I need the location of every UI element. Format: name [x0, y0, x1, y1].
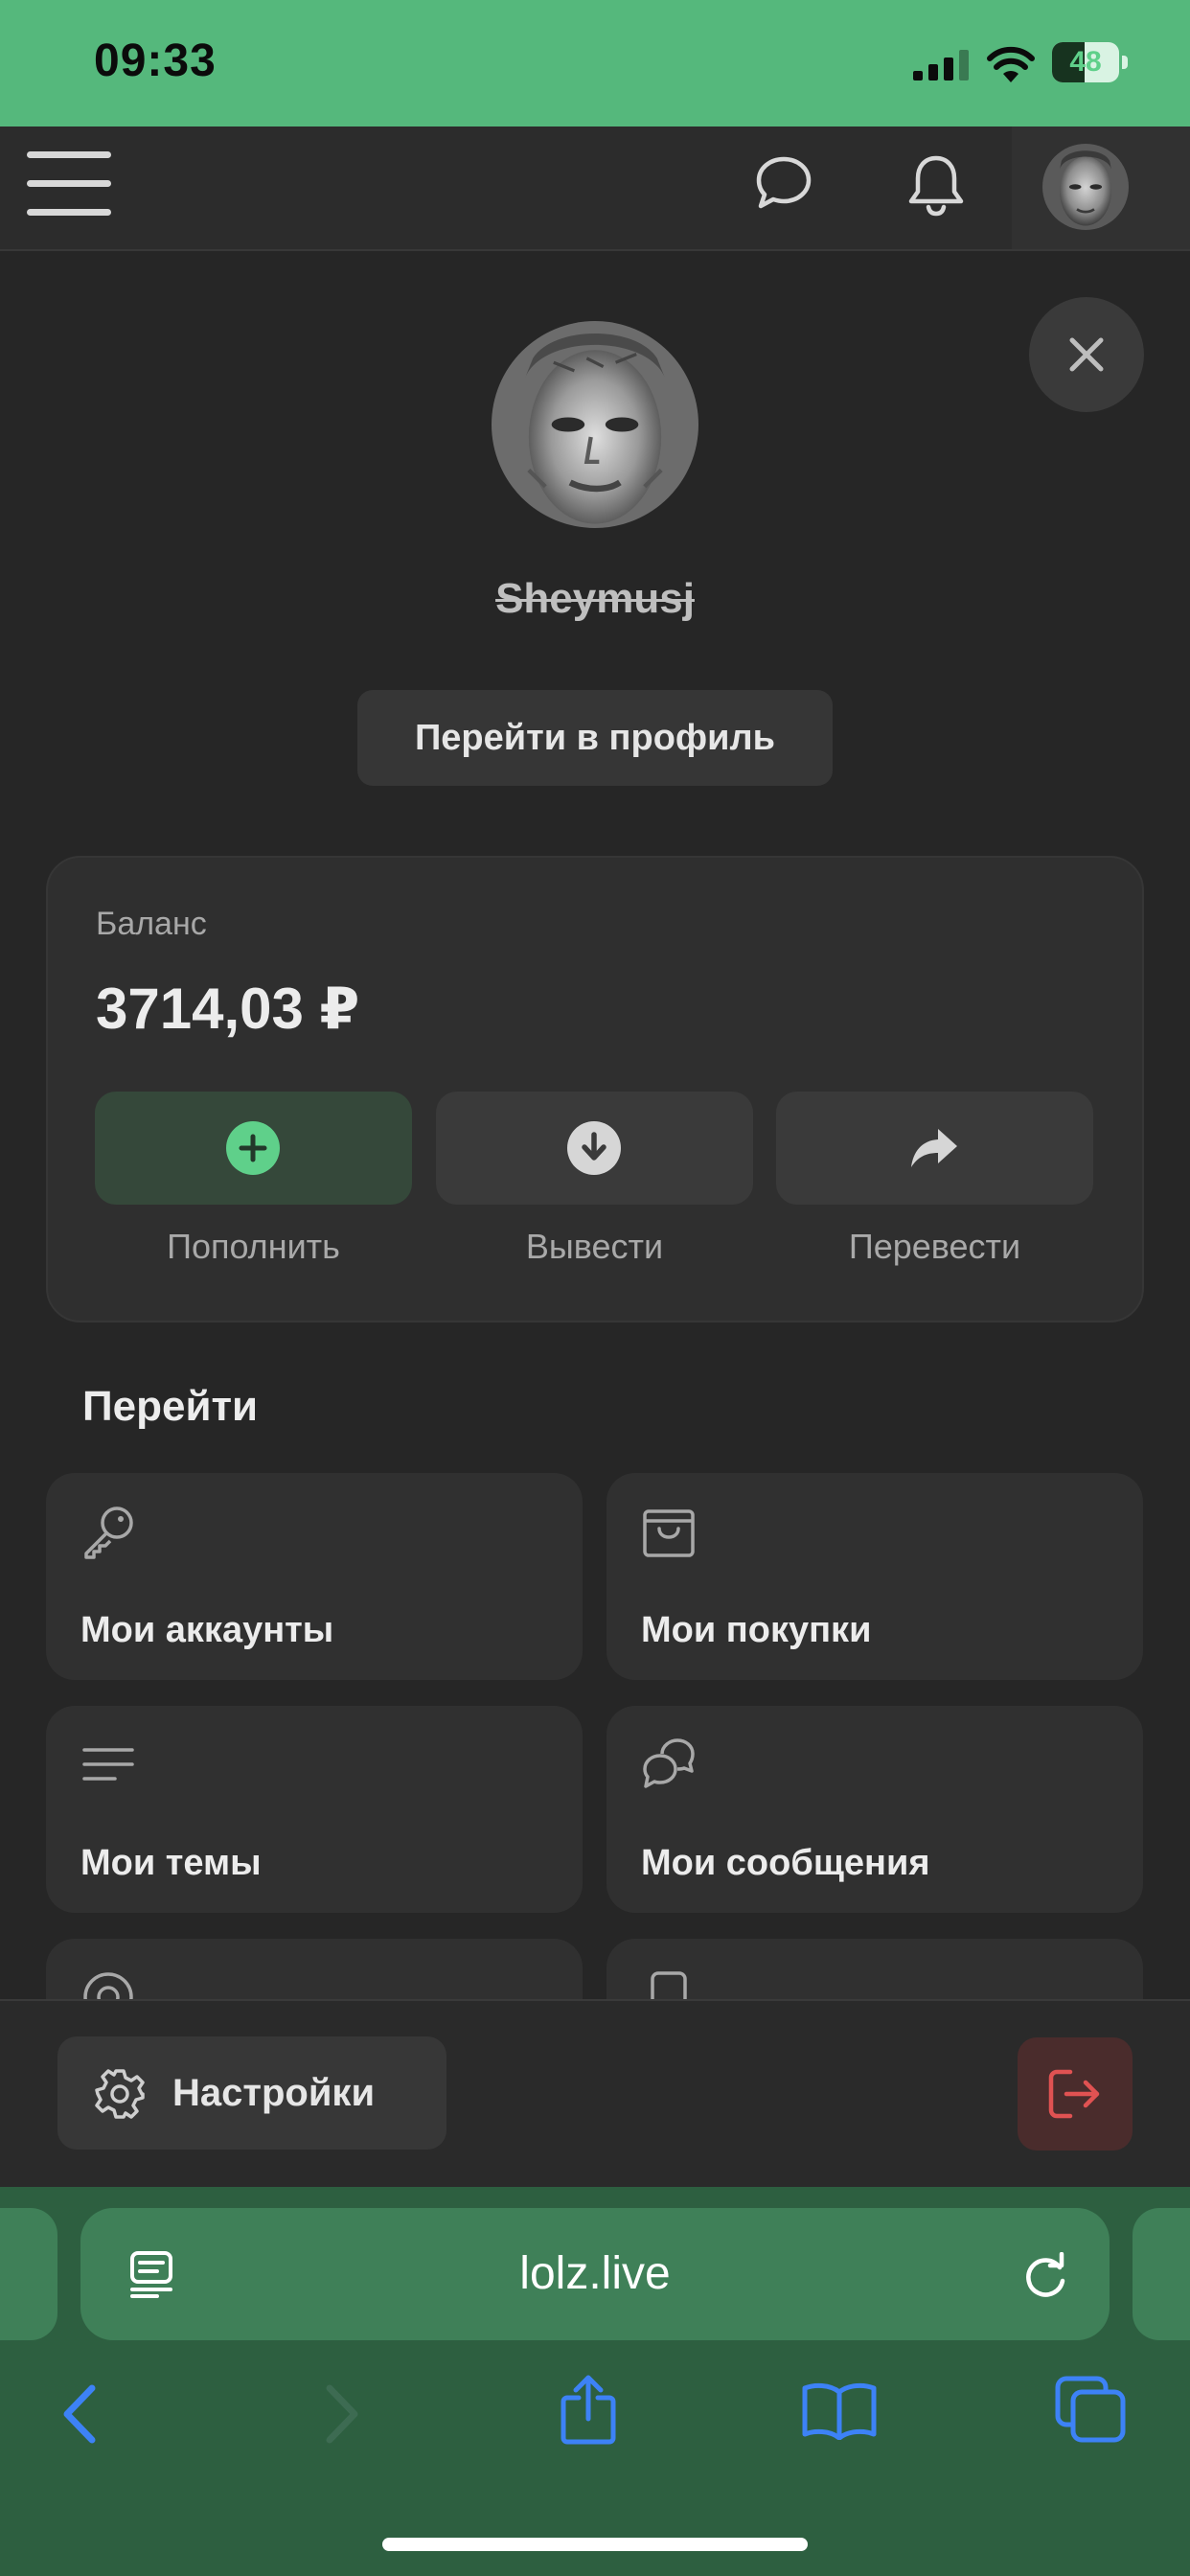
notification-bell-icon[interactable]: [906, 153, 966, 217]
avatar[interactable]: [1042, 144, 1129, 230]
my-topics-label: Мои темы: [80, 1843, 262, 1883]
battery-icon: 48: [1052, 42, 1129, 82]
withdraw-label: Вывести: [525, 1227, 664, 1266]
wifi-icon: [987, 44, 1035, 82]
share-icon[interactable]: [558, 2373, 619, 2446]
battery-percent: 48: [1069, 46, 1102, 78]
top-up-button[interactable]: [95, 1092, 412, 1205]
gear-icon: [95, 2069, 145, 2119]
my-messages-tile[interactable]: Мои сообщения: [606, 1706, 1143, 1913]
balance-amount: 3714,03 ₽: [96, 977, 360, 1041]
my-purchases-tile[interactable]: Мои покупки: [606, 1473, 1143, 1680]
key-icon: [84, 1506, 133, 1559]
back-arrow-icon[interactable]: [61, 2384, 100, 2444]
arrow-down-circle-icon: [567, 1121, 621, 1175]
cellular-signal-icon: [913, 50, 969, 80]
my-accounts-tile[interactable]: Мои аккаунты: [46, 1473, 583, 1680]
username: Sheymusj: [495, 575, 695, 622]
status-time: 09:33: [94, 35, 217, 86]
tabs-icon[interactable]: [1054, 2375, 1127, 2444]
share-arrow-icon: [911, 1129, 957, 1167]
my-messages-label: Мои сообщения: [641, 1843, 930, 1883]
chat-bubbles-icon: [643, 1738, 695, 1788]
go-to-profile-button[interactable]: Перейти в профиль: [357, 690, 833, 786]
next-tab-preview[interactable]: [1133, 2208, 1190, 2340]
withdraw-button[interactable]: [436, 1092, 753, 1205]
settings-button[interactable]: Настройки: [57, 2036, 446, 2150]
settings-label: Настройки: [172, 2072, 376, 2114]
my-purchases-label: Мои покупки: [641, 1610, 872, 1650]
logout-icon: [1048, 2069, 1100, 2119]
navigate-section-title: Перейти: [82, 1383, 259, 1430]
shopping-bag-icon: [643, 1509, 695, 1557]
plus-circle-icon: [226, 1121, 280, 1175]
bookmarks-icon[interactable]: [801, 2380, 878, 2440]
profile-avatar: [492, 321, 698, 528]
reload-icon[interactable]: [1021, 2252, 1069, 2300]
chat-icon[interactable]: [755, 155, 812, 211]
logout-button[interactable]: [1018, 2037, 1133, 2150]
close-icon: [1069, 337, 1104, 372]
previous-tab-preview[interactable]: [0, 2208, 57, 2340]
my-accounts-label: Мои аккаунты: [80, 1610, 334, 1650]
transfer-button[interactable]: [776, 1092, 1093, 1205]
url-text[interactable]: lolz.live: [80, 2208, 1110, 2340]
forward-arrow-icon: [326, 2384, 358, 2444]
home-indicator: [382, 2538, 808, 2551]
balance-label: Баланс: [96, 906, 207, 942]
lines-icon: [82, 1748, 134, 1781]
my-topics-tile[interactable]: Мои темы: [46, 1706, 583, 1913]
close-button[interactable]: [1029, 297, 1144, 412]
hamburger-menu-icon[interactable]: [27, 150, 111, 218]
top-up-label: Пополнить: [167, 1227, 340, 1266]
transfer-label: Перевести: [848, 1227, 1021, 1266]
